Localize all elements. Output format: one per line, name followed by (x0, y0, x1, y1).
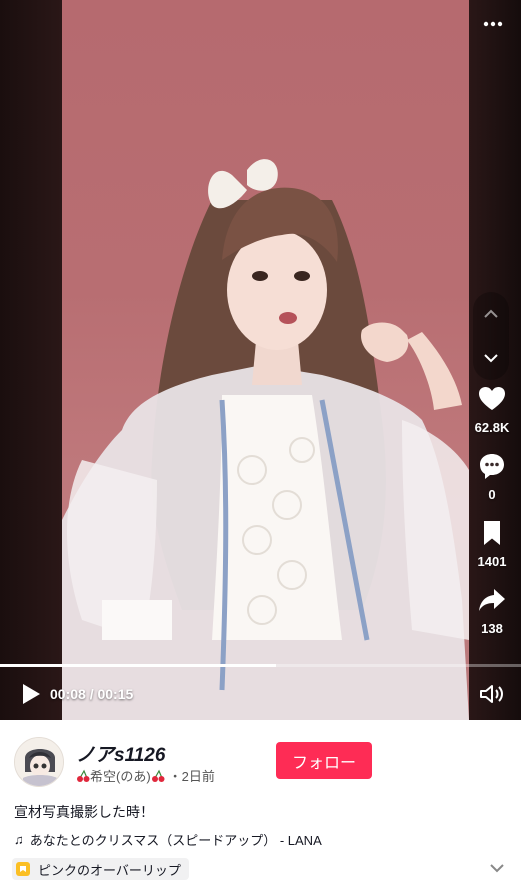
comment-icon (480, 454, 504, 479)
author-username[interactable]: ノアs1126 (76, 740, 165, 767)
video-still-image (62, 159, 469, 720)
video-navigation (473, 292, 509, 380)
bookmark-button[interactable]: 1401 (475, 516, 509, 583)
avatar[interactable] (14, 737, 64, 787)
volume-button[interactable] (479, 683, 505, 707)
music-link[interactable]: ♫ あなたとのクリスマス（スピードアップ） - LANA (14, 830, 322, 849)
follow-button[interactable]: フォロー (276, 742, 372, 779)
chevron-up-icon (484, 309, 498, 318)
chevron-down-icon (484, 354, 498, 363)
previous-video-button[interactable] (477, 300, 505, 328)
video-left-margin (0, 0, 62, 720)
bookmark-icon (484, 521, 500, 545)
share-count: 138 (481, 621, 503, 636)
video-frame[interactable] (62, 0, 469, 720)
more-options-button[interactable] (479, 10, 507, 38)
share-button[interactable]: 138 (475, 583, 509, 650)
play-button[interactable] (20, 682, 44, 706)
comment-button[interactable]: 0 (475, 449, 509, 516)
play-icon (23, 684, 40, 704)
effect-tag-label: ピンクのオーバーリップ (38, 862, 181, 878)
volume-icon (480, 685, 503, 703)
video-player[interactable]: 62.8K 0 1401 138 00:08 / 00:15 (0, 0, 521, 720)
share-icon (479, 589, 505, 611)
tag-icon (16, 862, 30, 876)
expand-icon (490, 864, 504, 873)
more-icon (483, 21, 503, 27)
expand-description-button[interactable] (489, 860, 509, 876)
cherry-icon (77, 769, 90, 782)
like-button[interactable]: 62.8K (474, 382, 510, 449)
next-video-button[interactable] (477, 344, 505, 372)
comment-count: 0 (488, 487, 496, 502)
video-progress-bar[interactable] (0, 664, 521, 667)
music-note-icon: ♫ (14, 832, 24, 847)
heart-icon (478, 387, 505, 410)
video-progress-fill (0, 664, 277, 667)
author-display-name: 希空(のあ) (90, 769, 151, 784)
video-page: 62.8K 0 1401 138 00:08 / 00:15 ノアs1126 希… (0, 0, 521, 888)
video-caption: 宣材写真撮影した時！ (14, 804, 154, 820)
author-subline: 希空(のあ) ・2日前 (76, 766, 215, 785)
music-title: あなたとのクリスマス（スピードアップ） - LANA (29, 833, 322, 848)
post-date: ・2日前 (168, 769, 215, 784)
action-bar: 62.8K 0 1401 138 (469, 382, 515, 650)
time-display: 00:08 / 00:15 (50, 686, 134, 702)
like-count: 62.8K (474, 420, 510, 435)
effect-tag[interactable]: ピンクのオーバーリップ (12, 858, 189, 880)
video-info-panel: ノアs1126 希空(のあ) ・2日前 フォロー 宣材写真撮影した時！ ♫ あな… (0, 720, 521, 888)
bookmark-count: 1401 (477, 554, 507, 569)
player-controls: 00:08 / 00:15 (0, 676, 521, 712)
cherry-icon (151, 769, 165, 782)
avatar-image (15, 738, 63, 786)
